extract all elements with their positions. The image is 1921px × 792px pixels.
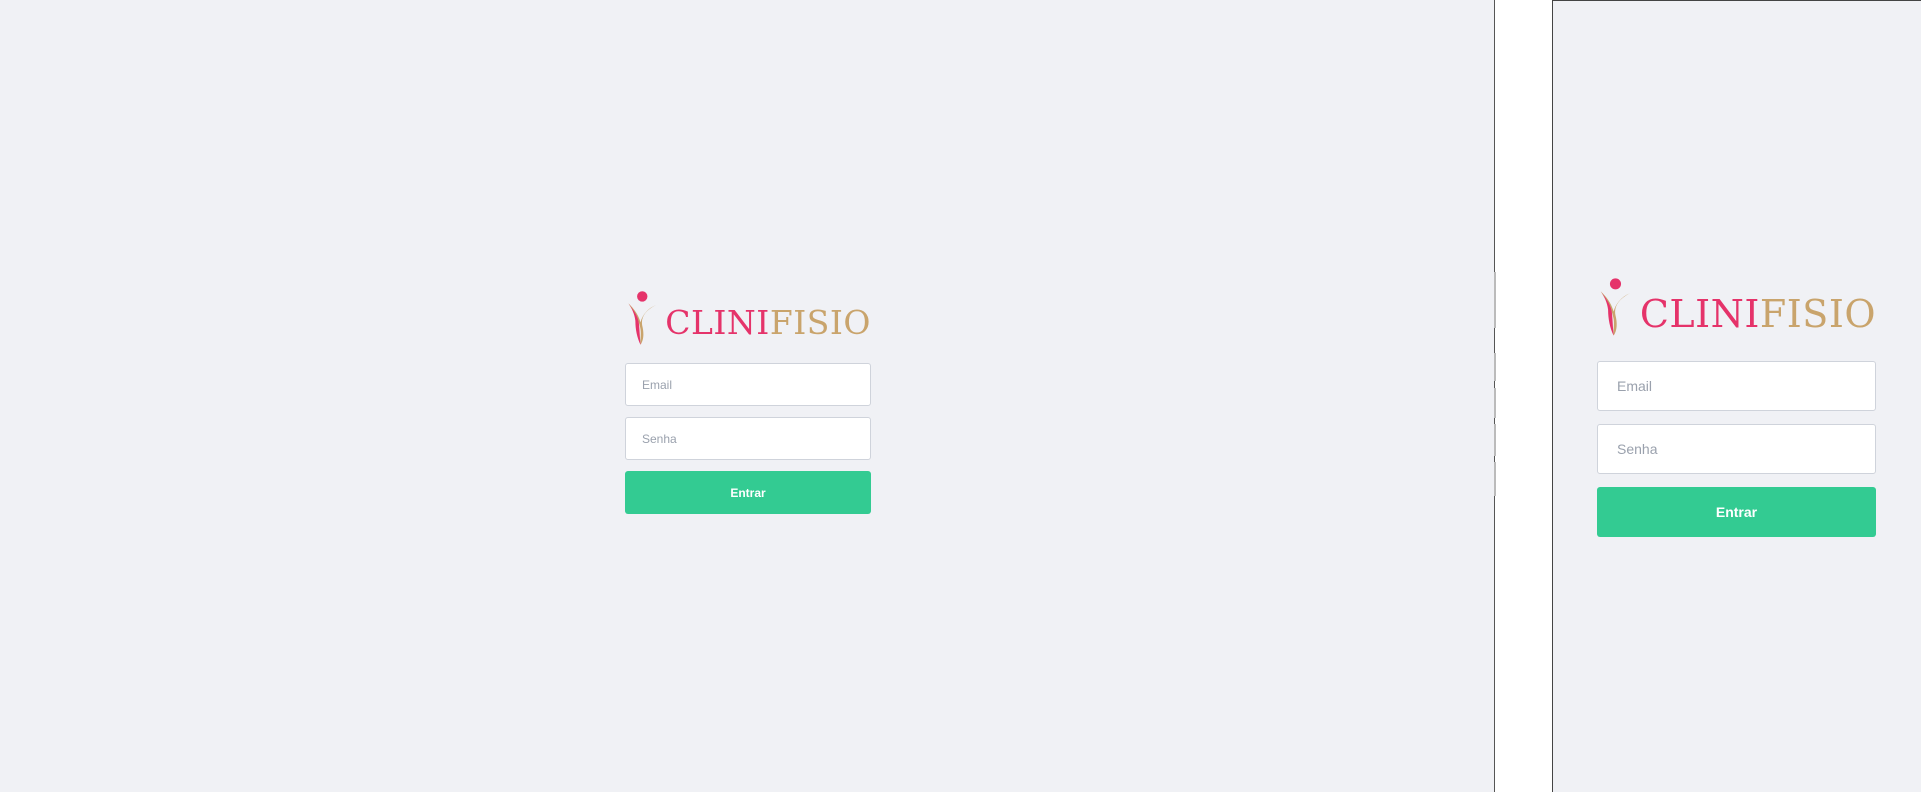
border-mark xyxy=(1494,462,1496,496)
viewport-comparison: CLINIFISIO Entrar CLINIFISIO Entrar xyxy=(0,0,1921,792)
border-mark xyxy=(1494,424,1496,456)
desktop-view-panel: CLINIFISIO Entrar xyxy=(0,0,1495,792)
clinifisio-logo: CLINIFISIO xyxy=(1597,267,1876,345)
clinifisio-logo: CLINIFISIO xyxy=(625,283,871,351)
login-form: CLINIFISIO Entrar xyxy=(625,283,871,514)
figure-logo-icon xyxy=(1600,278,1631,336)
brand-part-clini: CLINI xyxy=(665,303,770,342)
brand-part-fisio: FISIO xyxy=(769,303,871,342)
brand-part-fisio: FISIO xyxy=(1759,292,1876,336)
login-button[interactable]: Entrar xyxy=(1597,487,1876,537)
figure-logo-icon xyxy=(628,291,657,345)
brand-part-clini: CLINI xyxy=(1639,292,1760,336)
border-mark xyxy=(1494,272,1496,328)
brand-wordmark: CLINIFISIO xyxy=(1640,295,1876,333)
password-input[interactable] xyxy=(625,417,871,460)
password-input[interactable] xyxy=(1597,424,1876,474)
border-mark xyxy=(1494,353,1496,381)
mobile-view-panel: CLINIFISIO Entrar xyxy=(1552,0,1921,792)
border-mark xyxy=(1494,388,1496,418)
brand-wordmark: CLINIFISIO xyxy=(665,306,871,339)
login-button[interactable]: Entrar xyxy=(625,471,871,514)
email-input[interactable] xyxy=(625,363,871,406)
login-form-mobile: CLINIFISIO Entrar xyxy=(1597,267,1876,537)
email-input[interactable] xyxy=(1597,361,1876,411)
